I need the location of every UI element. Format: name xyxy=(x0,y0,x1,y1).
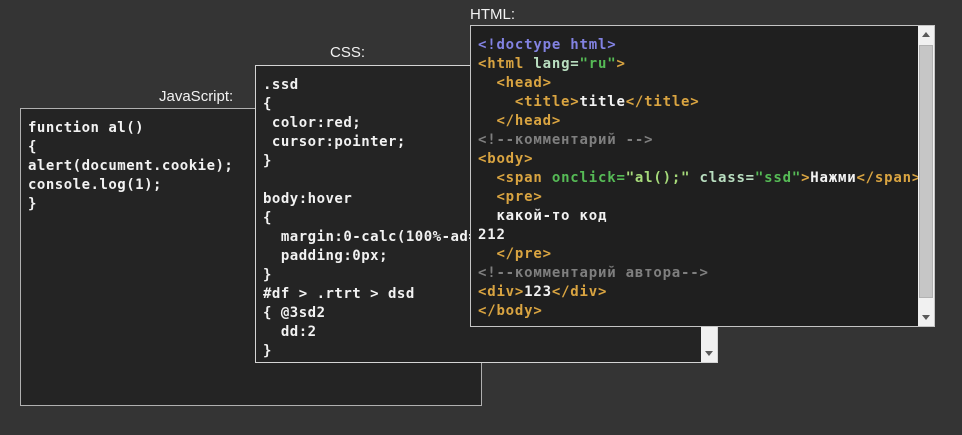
html-scrollbar-thumb[interactable] xyxy=(919,45,933,298)
scroll-up-icon xyxy=(922,32,930,37)
html-code-editor[interactable]: <!doctype html> <html lang="ru"> <head> <… xyxy=(470,25,935,327)
javascript-label: JavaScript: xyxy=(159,88,234,105)
html-scroll-up-button[interactable] xyxy=(918,26,934,43)
html-scroll-down-button[interactable] xyxy=(918,309,934,326)
html-label: HTML: xyxy=(470,6,515,23)
html-code-text: <!doctype html> <html lang="ru"> <head> <… xyxy=(478,37,922,319)
html-vertical-scrollbar[interactable] xyxy=(918,26,934,326)
scroll-down-icon xyxy=(922,315,930,320)
css-label: CSS: xyxy=(330,44,366,61)
page-background: JavaScript: function al(){alert(document… xyxy=(0,0,962,435)
scroll-down-icon xyxy=(705,351,713,356)
css-scroll-down-button[interactable] xyxy=(701,345,717,362)
